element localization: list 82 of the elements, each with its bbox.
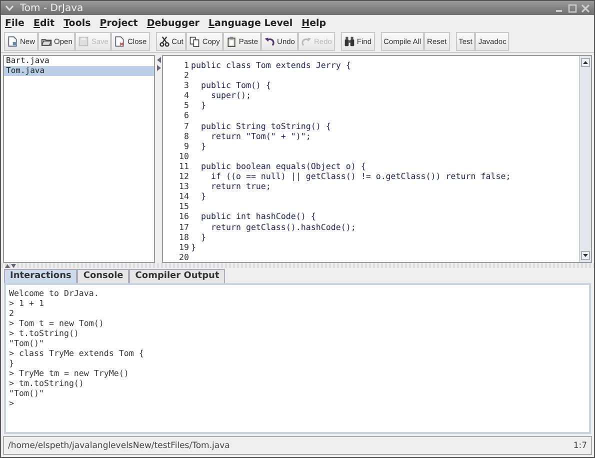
code-line: public class Tom extends Jerry { [191, 60, 351, 70]
menu-item[interactable]: Tools [64, 18, 91, 28]
menu-item[interactable]: Edit [33, 18, 55, 28]
line-number: 2 [183, 70, 190, 80]
line-number: 9 [183, 140, 190, 151]
close-icon[interactable] [581, 4, 590, 12]
interactions-pane[interactable]: Welcome to DrJava. > 1 + 1 2 > Tom t = new Tom() > t.toString() "Tom()" > class TryMe extends Tom { } > TryMe tm = new TryMe() > tm.toString() "Tom()" > [4, 283, 591, 434]
open-document-entry[interactable]: Tom.java [4, 66, 154, 76]
document-icon [7, 36, 18, 47]
line-number: 11 [178, 160, 190, 172]
scrollbar[interactable] [579, 56, 591, 262]
window-title: Tom - DrJava [20, 2, 84, 14]
line-number: 19 [178, 242, 190, 252]
cursor-position: 1:7 [573, 440, 587, 450]
line-number: 12 [178, 171, 190, 182]
binoculars-icon [344, 36, 355, 47]
chevron-icon[interactable] [5, 4, 14, 12]
menu-item[interactable]: Project [100, 18, 138, 28]
redo-icon [300, 36, 312, 47]
line-number: 6 [183, 110, 190, 121]
code-line: } [191, 242, 196, 252]
menu-item[interactable]: Language Level [208, 18, 293, 28]
line-number: 20 [178, 252, 190, 262]
menu-item[interactable]: Help [302, 18, 326, 28]
console-line: > 1 + 1 [9, 298, 45, 308]
console-line: Welcome to DrJava. [9, 288, 100, 298]
menu-item[interactable]: File [5, 18, 24, 28]
code-line: return true; [210, 181, 271, 192]
code-line: return getClass().hashCode(); [210, 222, 356, 232]
open-document-entry[interactable]: Bart.java [4, 56, 154, 66]
up-arrow-icon[interactable] [5, 264, 10, 268]
clipboard-icon [226, 36, 237, 47]
line-number: 17 [178, 222, 190, 232]
line-number: 18 [178, 232, 190, 242]
copy-icon [189, 36, 200, 47]
maximize-icon[interactable] [568, 4, 577, 12]
line-number: 13 [178, 181, 190, 192]
console-line: > class TryMe extends Tom { [9, 348, 145, 358]
left-arrow-icon[interactable] [156, 57, 160, 63]
line-number: 1 [183, 60, 190, 70]
menu-item[interactable]: Debugger [146, 18, 200, 28]
file-path: /home/elspeth/javalanglevelsNew/testFiles/Tom.java [8, 440, 230, 450]
console-line: > tm.toString() [9, 378, 85, 388]
right-arrow-icon[interactable] [156, 65, 160, 71]
line-number: 10 [178, 150, 190, 161]
code-line: public boolean equals(Object o) { [200, 160, 366, 172]
console-line: "Tom()" [9, 388, 45, 398]
down-arrow-icon[interactable] [581, 251, 590, 260]
line-number: 15 [178, 201, 190, 212]
scissors-icon [158, 36, 170, 47]
tab[interactable]: Compiler Output [129, 269, 226, 283]
up-arrow-icon[interactable] [581, 58, 590, 67]
document-icon [114, 36, 126, 47]
folder-icon [41, 36, 52, 47]
down-arrow-icon[interactable] [11, 264, 16, 268]
undo-icon [264, 36, 276, 47]
tab[interactable]: Console [77, 269, 130, 283]
code-line: public String toString() { [200, 120, 331, 131]
line-number: 4 [183, 90, 190, 100]
tab[interactable]: Interactions [4, 269, 78, 283]
code-line: public int hashCode() { [200, 211, 316, 222]
line-number: 14 [178, 191, 190, 202]
console-line: 2 [9, 308, 15, 318]
console-line: "Tom()" [9, 338, 45, 348]
console-line: > [9, 398, 15, 408]
code-line: } [200, 191, 206, 202]
code-line: if ((o == null) || getClass() != o.getClass()) return false; [210, 171, 511, 182]
code-line: } [200, 100, 206, 110]
line-number: 8 [183, 130, 190, 141]
console-line: > TryMe tm = new TryMe() [9, 368, 130, 378]
line-number: 7 [183, 120, 190, 131]
code-line: } [200, 140, 206, 151]
console-line: } [9, 358, 15, 368]
console-line: > Tom t = new Tom() [9, 318, 105, 328]
code-line: } [200, 232, 206, 242]
code-line: return "Tom(" + ")"; [210, 130, 311, 141]
line-number: 5 [183, 100, 190, 110]
code-line: public Tom() { [200, 80, 271, 90]
code-line: super(); [210, 90, 251, 100]
console-line: > t.toString() [9, 328, 80, 338]
line-number: 3 [183, 80, 190, 90]
line-number: 16 [178, 211, 190, 222]
